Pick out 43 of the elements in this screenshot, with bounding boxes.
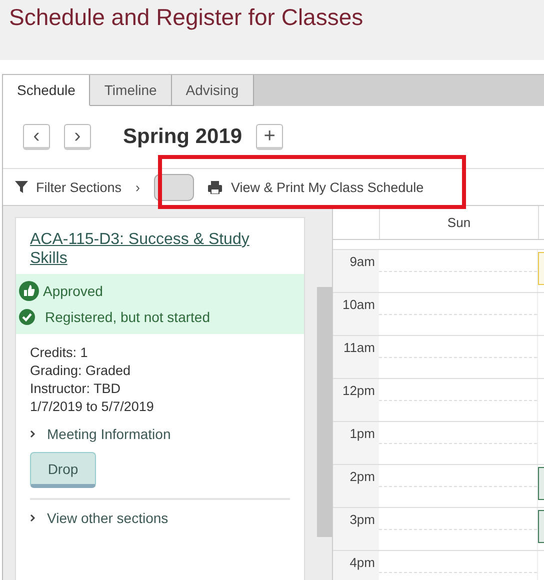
term-name: Spring 2019 bbox=[123, 125, 242, 149]
time-slot[interactable] bbox=[379, 379, 538, 421]
chevron-icon bbox=[30, 430, 36, 438]
check-circle-icon bbox=[19, 309, 35, 325]
hour-label: 12pm bbox=[333, 379, 379, 421]
tab[interactable]: Schedule bbox=[3, 75, 90, 106]
page-title: Schedule and Register for Classes bbox=[9, 4, 364, 31]
previous-button[interactable]: ‹ bbox=[23, 124, 50, 150]
detail-text: Instructor: TBD bbox=[30, 380, 122, 398]
time-slot[interactable] bbox=[379, 293, 538, 335]
print-schedule-link[interactable]: View & Print My Class Schedule bbox=[208, 180, 424, 194]
chevron-icon bbox=[30, 514, 36, 522]
hour-label: 10am bbox=[333, 293, 379, 335]
hour-label: 9am bbox=[333, 250, 379, 292]
scrollbar-thumb[interactable] bbox=[317, 287, 332, 537]
drop-button[interactable]: Drop bbox=[30, 452, 96, 488]
time-slot[interactable] bbox=[379, 336, 538, 378]
time-slot[interactable] bbox=[379, 250, 538, 292]
detail-text: Grading: Graded bbox=[30, 362, 132, 380]
status-text: Approved bbox=[43, 283, 103, 299]
hour-label: 2pm bbox=[333, 465, 379, 507]
detail-text: Credits: 1 bbox=[30, 344, 89, 362]
meeting-info-toggle[interactable]: Meeting Information bbox=[30, 426, 171, 442]
filter-icon bbox=[15, 181, 28, 193]
printer-icon bbox=[208, 180, 222, 194]
detail-text: 1/7/2019 to 5/7/2019 bbox=[30, 398, 155, 416]
tab[interactable]: Timeline bbox=[90, 75, 172, 106]
hour-label: 1pm bbox=[333, 422, 379, 464]
view-other-sections-toggle[interactable]: View other sections bbox=[30, 510, 168, 526]
event-block[interactable] bbox=[538, 510, 544, 543]
event-block[interactable] bbox=[538, 467, 544, 500]
filter-sections-button[interactable]: Filter Sections › bbox=[15, 180, 140, 194]
course-title-link[interactable]: ACA-115-D3: Success & Study Skills bbox=[30, 230, 290, 268]
next-button[interactable]: › bbox=[64, 124, 91, 150]
hour-label: 11am bbox=[333, 336, 379, 378]
tab[interactable]: Advising bbox=[172, 75, 254, 106]
hour-label: 4pm bbox=[333, 551, 379, 580]
add-term-button[interactable]: + bbox=[256, 124, 284, 150]
day-header: Sun bbox=[380, 206, 539, 239]
toggle-switch[interactable] bbox=[154, 174, 194, 200]
thumbs-up-icon bbox=[19, 281, 39, 301]
status-text: Registered, but not started bbox=[45, 309, 210, 325]
hour-label: 3pm bbox=[333, 508, 379, 550]
